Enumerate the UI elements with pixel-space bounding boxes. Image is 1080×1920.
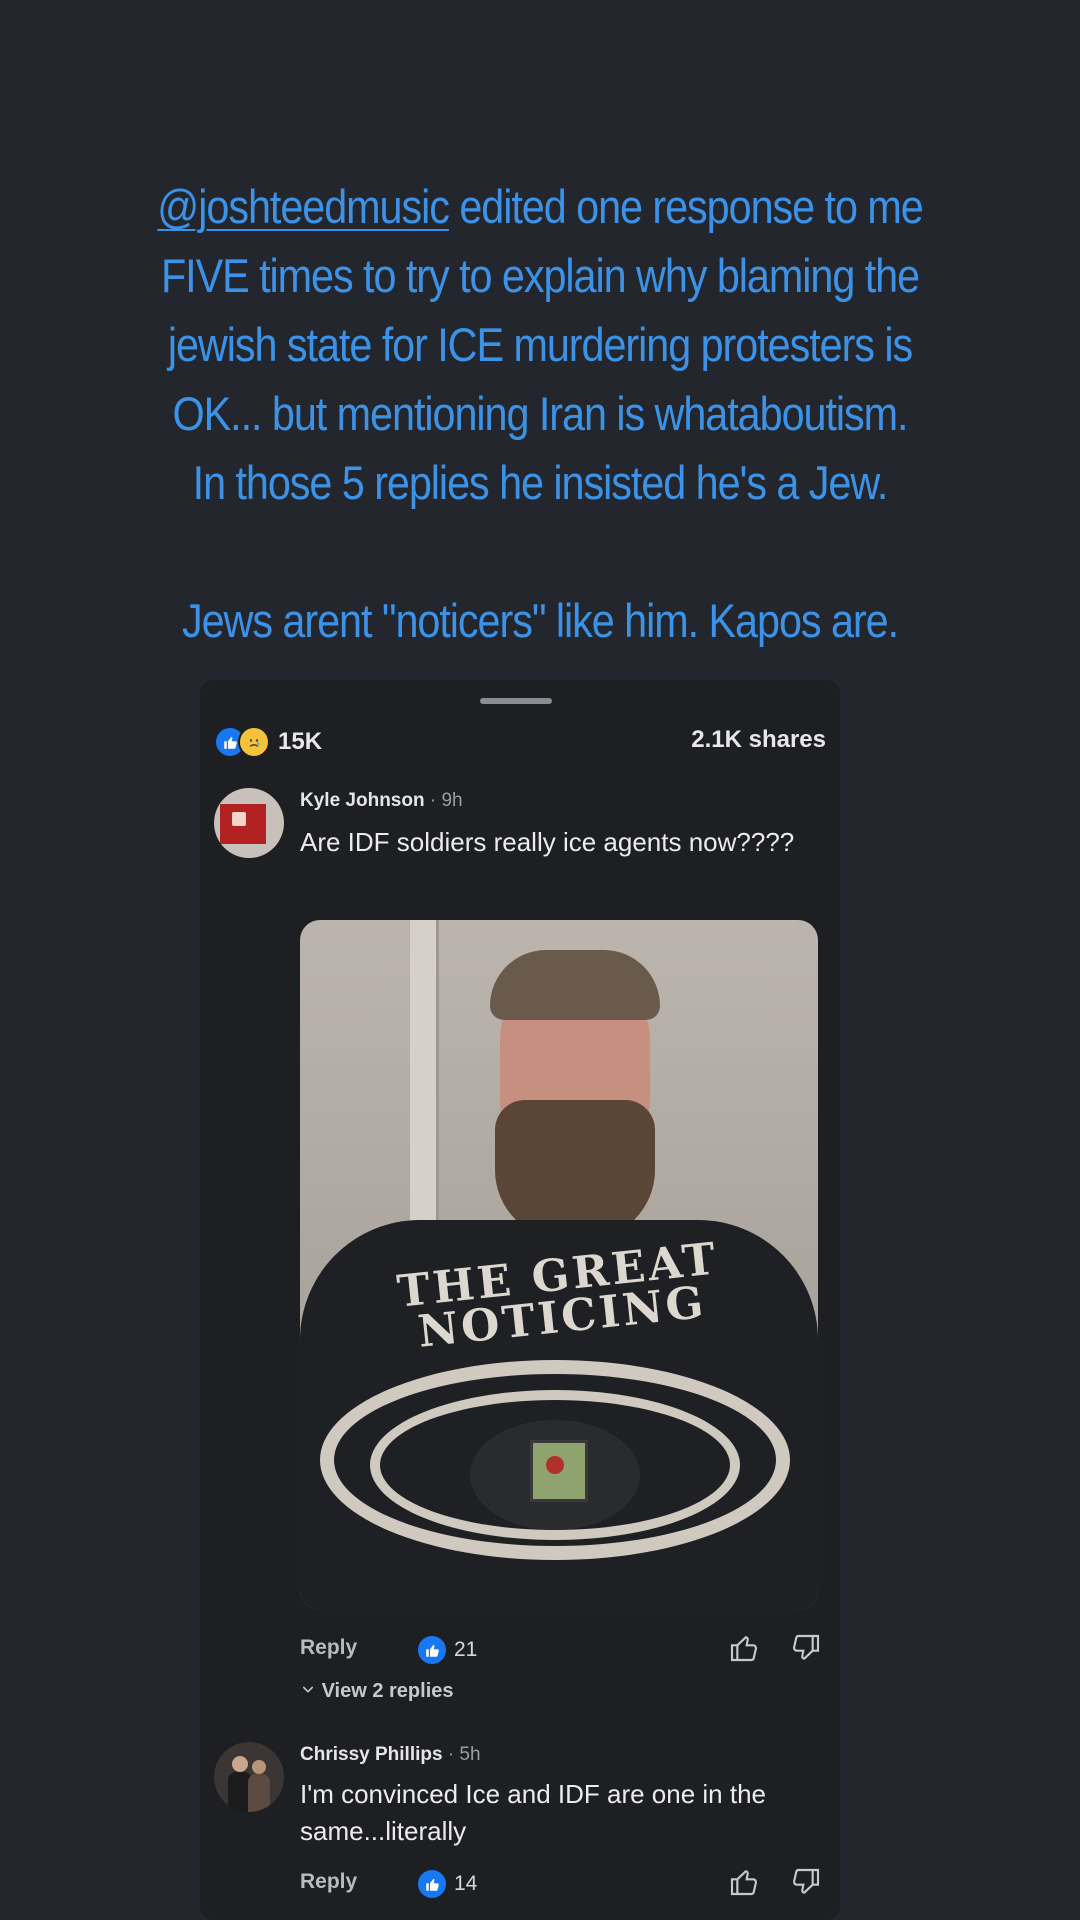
thumbs-down-icon [792,1634,820,1660]
avatar-person-1-head [232,1756,248,1772]
avatar-detail [232,812,246,826]
comments-sheet: 15K 2.1K shares Kyle Johnson · 9h Are ID… [200,680,840,1920]
dislike-button[interactable] [790,1866,822,1898]
story-caption: @joshteedmusic edited one response to me… [118,172,963,655]
like-count[interactable]: 21 [416,1634,477,1666]
avatar[interactable] [214,788,284,858]
like-number: 21 [454,1638,478,1661]
dislike-button[interactable] [790,1632,822,1664]
image-beard [495,1100,655,1240]
post-stats: 15K 2.1K shares [214,720,826,760]
caption-line-4: OK... but mentioning Iran is whataboutis… [172,387,909,440]
like-button[interactable] [728,1632,760,1664]
caption-line-6: Jews arent "noticers" like him. Kapos ar… [181,594,899,647]
reply-button[interactable]: Reply [300,1870,357,1894]
comment-time: · 5h [447,1744,481,1765]
caption-line-5: In those 5 replies he insisted he's a Je… [192,456,889,509]
image-apple [546,1456,564,1474]
thumbs-up-icon [416,1634,448,1666]
comment-actions: Reply 21 [300,1632,820,1672]
comment-time: · 9h [429,790,463,811]
reply-button[interactable]: Reply [300,1636,357,1660]
caption-line-1: @joshteedmusic edited one response to me [157,180,923,233]
drag-handle[interactable] [480,698,552,704]
sad-face-icon [238,726,270,758]
caption-gap [118,517,963,586]
comment-image[interactable]: THE GREAT NOTICING [300,920,818,1610]
reaction-count: 15K [278,728,323,755]
comment-text: Are IDF soldiers really ice agents now??… [300,827,795,857]
avatar-person-2-head [252,1760,266,1774]
thumbs-up-icon [416,1868,448,1900]
comment-actions: Reply 14 [300,1866,820,1906]
reaction-summary[interactable]: 15K [214,726,322,758]
thumbs-down-icon [792,1868,820,1894]
mention-link[interactable]: @joshteedmusic [157,180,450,233]
like-count[interactable]: 14 [416,1868,477,1900]
commenter-name[interactable]: Chrissy Phillips [300,1744,443,1765]
comment-meta: Kyle Johnson · 9h [300,790,463,812]
comment-meta: Chrissy Phillips · 5h [300,1744,481,1766]
view-replies-label: View 2 replies [321,1680,454,1702]
shares-count[interactable]: 2.1K shares [691,726,826,754]
image-hair [490,950,660,1020]
caption-line-2: FIVE times to try to explain why blaming… [160,249,920,302]
chevron-down-icon [300,1680,322,1702]
comment-text: I'm convinced Ice and IDF are one in the… [300,1779,766,1846]
like-number: 14 [454,1872,478,1895]
caption-line-3: jewish state for ICE murdering protester… [167,318,913,371]
avatar-person-2-body [248,1774,270,1812]
view-replies-link[interactable]: View 2 replies [300,1680,454,1703]
avatar[interactable] [214,1742,284,1812]
like-button[interactable] [728,1866,760,1898]
commenter-name[interactable]: Kyle Johnson [300,790,425,811]
